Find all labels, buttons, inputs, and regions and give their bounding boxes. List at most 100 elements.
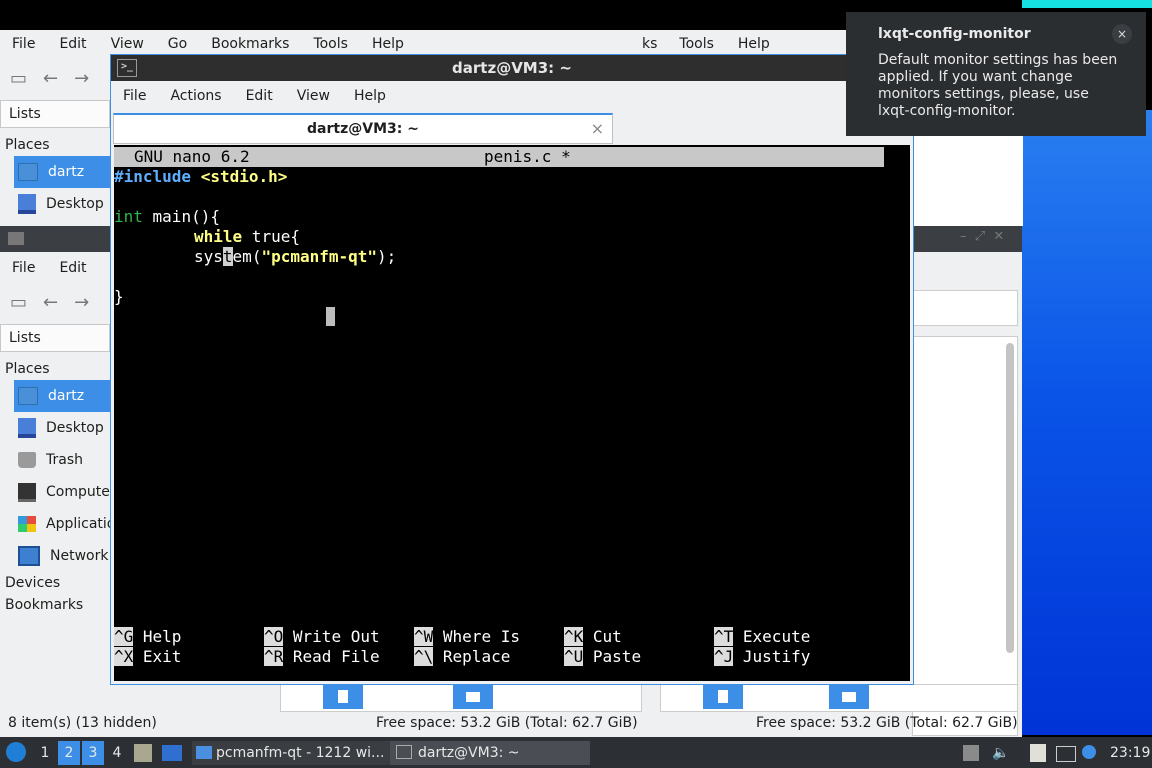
desktop-switch-4[interactable]: 4 (106, 741, 128, 765)
shortcut-paste[interactable]: ^U Paste (564, 647, 641, 667)
menu-file[interactable]: File (0, 260, 47, 276)
menu-bookmarks-partial[interactable]: ks (642, 36, 667, 52)
include-directive: #include (114, 167, 192, 186)
main-signature: main(){ (142, 207, 220, 226)
shortcut-key: ^G (114, 627, 134, 646)
terminal-icon: >_ (117, 59, 137, 77)
shortcut-cut[interactable]: ^K Cut (564, 627, 622, 647)
notification-close-button[interactable]: × (1112, 24, 1132, 44)
nano-version: GNU nano 6.2 (134, 147, 250, 166)
network-icon (18, 546, 40, 566)
code-text: em( (232, 247, 262, 266)
place-item-dartz[interactable]: dartz (14, 380, 110, 412)
shortcut-label: Execute (742, 627, 811, 646)
menu-edit[interactable]: Edit (47, 36, 98, 52)
menu-go[interactable]: Go (156, 36, 199, 52)
tray-updates-icon[interactable] (963, 745, 979, 761)
side-pane-mode[interactable]: Lists (0, 324, 110, 352)
desktop-switch-1[interactable]: 1 (34, 741, 56, 765)
menu-tools[interactable]: Tools (667, 36, 726, 52)
menu-file[interactable]: File (111, 88, 158, 104)
include-target: <stdio.h> (191, 167, 288, 186)
view-mode-button[interactable] (703, 685, 743, 709)
shortcut-replace[interactable]: ^\ Replace (414, 647, 510, 667)
forward-arrow-icon[interactable]: → (74, 68, 89, 89)
notification-title: lxqt-config-monitor (878, 26, 1031, 42)
fm-right-pathbar[interactable] (912, 290, 1018, 326)
shortcut-label: Exit (142, 647, 182, 666)
shortcut-execute[interactable]: ^T Execute (714, 627, 810, 647)
close-icon[interactable]: × (591, 115, 604, 143)
shortcut-label: Help (142, 627, 182, 646)
clipboard-icon[interactable] (1030, 744, 1046, 762)
task-label: pcmanfm-qt - 1212 wi... (216, 745, 385, 761)
file-icon (338, 690, 348, 703)
menu-tools[interactable]: Tools (301, 36, 360, 52)
network-tray-icon[interactable] (1056, 746, 1076, 762)
place-label: Desktop (46, 420, 104, 436)
clock[interactable]: 23:19 (1110, 741, 1150, 765)
menu-file[interactable]: File (0, 36, 47, 52)
back-arrow-icon[interactable]: ← (43, 292, 58, 313)
status-item-count: 8 item(s) (13 hidden) (8, 715, 157, 731)
file-manager-launcher-icon[interactable] (134, 744, 152, 762)
nano-header: GNU nano 6.2 penis.c * (114, 147, 884, 167)
window-controls[interactable]: – ⤢ ✕ (960, 229, 1004, 244)
shortcut-write-out[interactable]: ^O Write Out (264, 627, 380, 647)
shortcut-key: ^W (414, 627, 434, 646)
desktop-switch-3[interactable]: 3 (82, 741, 104, 765)
scrollbar[interactable] (1006, 343, 1014, 653)
show-desktop-icon[interactable] (162, 745, 182, 761)
menu-edit[interactable]: Edit (47, 260, 98, 276)
status-free-space-right: Free space: 53.2 GiB (Total: 62.7 GiB) (756, 715, 1018, 731)
place-label: Applicatio (46, 516, 110, 532)
task-pcmanfm[interactable]: pcmanfm-qt - 1212 wi... (192, 741, 390, 765)
notification-popup[interactable]: lxqt-config-monitor × Default monitor se… (846, 12, 1146, 136)
volume-icon[interactable]: 🔈 (992, 741, 1009, 765)
text-cursor: t (222, 247, 233, 266)
notification-tray-icon[interactable] (1082, 745, 1096, 759)
menu-view[interactable]: View (285, 88, 342, 104)
shortcut-key: ^J (714, 647, 734, 666)
menu-help[interactable]: Help (726, 36, 782, 52)
desktop-switch-2[interactable]: 2 (58, 741, 80, 765)
place-label: Trash (46, 452, 83, 468)
place-item-dartz[interactable]: dartz (14, 156, 110, 188)
view-mode-button[interactable] (323, 685, 363, 709)
place-item-computer[interactable]: Compute (0, 476, 110, 508)
shortcut-key: ^T (714, 627, 734, 646)
forward-arrow-icon[interactable]: → (74, 292, 89, 313)
menu-actions[interactable]: Actions (158, 88, 233, 104)
terminal-screen[interactable]: GNU nano 6.2 penis.c * #include <stdio.h… (114, 145, 910, 681)
shortcut-label: Justify (742, 647, 811, 666)
folder-window-icon (8, 232, 24, 245)
camera-button[interactable] (829, 685, 869, 709)
terminal-tab[interactable]: dartz@VM3: ~ × (113, 113, 613, 144)
place-item-applications[interactable]: Applicatio (0, 508, 110, 540)
task-terminal[interactable]: dartz@VM3: ~ (390, 741, 590, 765)
side-pane-mode[interactable]: Lists (0, 100, 110, 128)
shortcut-label: Paste (592, 647, 642, 666)
menu-bookmarks[interactable]: Bookmarks (199, 36, 301, 52)
shortcut-read-file[interactable]: ^R Read File (264, 647, 380, 667)
code-line-7: } (114, 287, 124, 306)
wallpaper (1022, 110, 1152, 735)
shortcut-exit[interactable]: ^X Exit (114, 647, 181, 667)
terminal-tabbar: dartz@VM3: ~ × (111, 113, 913, 144)
menu-edit[interactable]: Edit (234, 88, 285, 104)
menu-view[interactable]: View (99, 36, 156, 52)
camera-button[interactable] (453, 685, 493, 709)
start-menu-icon[interactable] (6, 742, 26, 762)
fm-right-file-view (912, 336, 1018, 736)
terminal-titlebar[interactable]: >_ dartz@VM3: ~ (111, 55, 913, 81)
new-tab-icon[interactable]: ▭ (10, 68, 27, 89)
nano-filename: penis.c * (484, 147, 571, 166)
back-arrow-icon[interactable]: ← (43, 68, 58, 89)
shortcut-key: ^K (564, 627, 584, 646)
shortcut-justify[interactable]: ^J Justify (714, 647, 810, 667)
menu-help[interactable]: Help (360, 36, 416, 52)
new-tab-icon[interactable]: ▭ (10, 292, 27, 313)
shortcut-where-is[interactable]: ^W Where Is (414, 627, 520, 647)
shortcut-help[interactable]: ^G Help (114, 627, 181, 647)
menu-help[interactable]: Help (342, 88, 398, 104)
